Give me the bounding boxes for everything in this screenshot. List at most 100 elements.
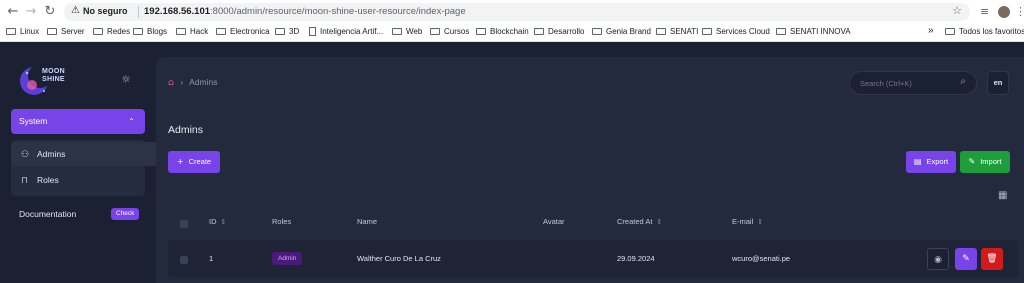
bookmark-label: Server <box>61 27 85 36</box>
sidebar-item-roles[interactable]: ⊓ Roles <box>11 168 171 192</box>
url-text: 192.168.56.101:8000/admin/resource/moon-… <box>144 6 466 17</box>
bookmark-item[interactable]: Genia Brand <box>592 27 651 36</box>
menu-group-label: System <box>19 116 48 126</box>
search-input[interactable] <box>860 76 956 90</box>
users-icon: ⚇ <box>21 150 30 160</box>
bookmark-item[interactable]: Web <box>392 27 422 36</box>
role-badge: Admin <box>272 252 303 265</box>
back-icon[interactable]: ← <box>4 3 22 21</box>
all-bookmarks-item[interactable]: Todos los favoritos <box>945 27 1024 36</box>
bookmark-item[interactable]: Inteligencia Artif... <box>309 27 383 36</box>
bookmark-label: Services Cloud <box>716 27 770 36</box>
bookmark-item[interactable]: SENATI INNOVA <box>776 27 851 36</box>
folder-icon <box>216 28 226 35</box>
sort-icon: ⇕ <box>656 218 663 226</box>
bookmark-label: Desarrollo <box>548 27 585 36</box>
warning-icon: ⚠ <box>71 5 80 16</box>
bookmarks-overflow-button[interactable]: » <box>928 25 934 36</box>
cell-id: 1 <box>209 254 214 263</box>
bookmark-item[interactable]: Services Cloud <box>702 27 770 36</box>
sidebar: MOON SHINE ☼ System ⌃ ⚇ Admins ⊓ Roles Doc… <box>0 43 171 283</box>
bookmark-star-icon[interactable]: ☆ <box>952 4 962 17</box>
bookmark-item[interactable]: Electronica <box>216 27 270 36</box>
trash-icon: 🗑 <box>986 254 998 264</box>
column-label: Roles <box>272 217 292 226</box>
delete-button[interactable]: 🗑 <box>981 248 1003 270</box>
bookmark-label: Genia Brand <box>606 27 651 36</box>
sidebar-item-admins[interactable]: ⚇ Admins <box>11 142 171 166</box>
reload-icon[interactable]: ↻ <box>41 3 59 21</box>
bookmark-label: SENATI <box>670 27 699 36</box>
sort-icon: ⇕ <box>757 218 764 226</box>
column-header-email[interactable]: E-mail ⇕ <box>732 217 763 226</box>
profile-avatar[interactable] <box>998 6 1010 18</box>
column-label: E-mail <box>732 217 754 226</box>
bookmark-label: Cursos <box>444 27 470 36</box>
forward-icon[interactable]: → <box>22 3 40 21</box>
column-label: ID <box>209 217 217 226</box>
breadcrumb-current: Admins <box>189 77 218 87</box>
search-icon[interactable]: ⌕ <box>960 76 966 87</box>
bookmark-label: Linux <box>20 27 40 36</box>
logo-wordmark: MOON SHINE <box>42 68 65 84</box>
bookmark-item[interactable]: Linux <box>6 27 39 36</box>
folder-icon <box>275 28 285 35</box>
column-header-created-at[interactable]: Created At ⇕ <box>617 217 662 226</box>
address-bar[interactable]: ⚠ No seguro 192.168.56.101:8000/admin/re… <box>64 3 970 21</box>
sidebar-item-documentation[interactable]: Documentation <box>19 209 76 219</box>
bookmark-item[interactable]: Server <box>47 27 85 36</box>
sort-icon: ⇕ <box>220 218 227 226</box>
bookmark-icon: ⊓ <box>21 176 29 186</box>
view-button[interactable]: ◉ <box>927 248 949 270</box>
bookmark-item[interactable]: Hack <box>176 27 208 36</box>
folder-icon <box>93 28 103 35</box>
breadcrumb-separator: › <box>180 77 184 87</box>
bookmark-item[interactable]: Redes <box>93 27 130 36</box>
column-header-id[interactable]: ID ⇕ <box>209 217 226 226</box>
folder-icon <box>776 28 786 35</box>
column-header-avatar: Avatar <box>543 217 565 226</box>
bookmark-item[interactable]: Desarrollo <box>534 27 584 36</box>
main-panel: ⌂ › Admins ⌕ en Admins + Create ▤ Export ✎… <box>156 57 1024 283</box>
bookmark-label: Todos los favoritos <box>959 27 1024 36</box>
columns-toggle-icon[interactable]: ▦ <box>998 190 1007 201</box>
export-label: Export <box>926 157 949 166</box>
row-checkbox[interactable] <box>180 256 188 264</box>
bookmark-label: SENATI INNOVA <box>790 27 851 36</box>
menu-icon[interactable]: ⋮ <box>1015 3 1024 21</box>
folder-icon <box>476 28 486 35</box>
bookmark-item[interactable]: SENATI <box>656 27 698 36</box>
column-label: Name <box>357 217 378 226</box>
bookmark-item[interactable]: Blogs <box>133 27 167 36</box>
cell-name: Walther Curo De La Cruz <box>357 254 441 263</box>
bookmark-label: Blogs <box>147 27 168 36</box>
search-box[interactable]: ⌕ <box>849 71 977 95</box>
edit-button[interactable]: ✎ <box>955 248 977 270</box>
menu-group-system[interactable]: System ⌃ <box>11 109 145 134</box>
bookmark-label: Blockchain <box>490 27 529 36</box>
chevron-up-icon: ⌃ <box>128 117 135 126</box>
url-path: :8000/admin/resource/moon-shine-user-res… <box>210 6 466 17</box>
home-icon[interactable]: ⌂ <box>168 77 174 88</box>
security-label: No seguro <box>83 6 128 16</box>
folder-icon <box>702 28 712 35</box>
bookmark-item[interactable]: Cursos <box>430 27 469 36</box>
paperclip-icon: ✎ <box>968 157 976 166</box>
browser-toolbar: ← → ↻ ⚠ No seguro 192.168.56.101:8000/ad… <box>0 0 1024 24</box>
create-button[interactable]: + Create <box>168 151 220 173</box>
column-label: Avatar <box>543 217 565 226</box>
bookmark-label: Hack <box>190 27 209 36</box>
url-host: 192.168.56.101 <box>144 6 211 17</box>
documentation-badge[interactable]: Check <box>111 208 140 220</box>
column-header-roles: Roles <box>272 217 291 226</box>
breadcrumb: ⌂ › Admins <box>168 77 218 88</box>
media-icon[interactable]: ≡ <box>980 3 989 21</box>
sun-icon[interactable]: ☼ <box>121 73 131 86</box>
bookmark-item[interactable]: 3D <box>275 27 299 36</box>
language-button[interactable]: en <box>987 71 1009 95</box>
bookmark-label: Web <box>406 27 423 36</box>
export-button[interactable]: ▤ Export <box>906 151 956 173</box>
import-button[interactable]: ✎ Import <box>960 151 1010 173</box>
bookmark-item[interactable]: Blockchain <box>476 27 529 36</box>
select-all-checkbox[interactable] <box>180 220 188 228</box>
